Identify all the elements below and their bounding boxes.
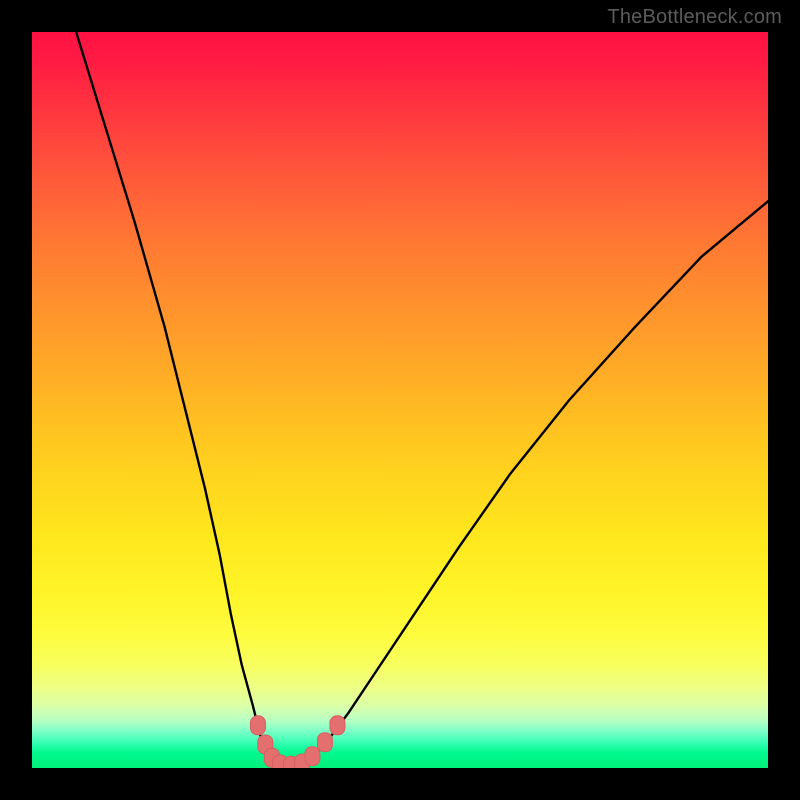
valley-markers: [250, 716, 344, 768]
plot-area: [32, 32, 768, 768]
chart-svg: [32, 32, 768, 768]
bottleneck-curve: [76, 32, 768, 766]
chart-frame: TheBottleneck.com: [0, 0, 800, 800]
watermark-text: TheBottleneck.com: [607, 6, 782, 29]
